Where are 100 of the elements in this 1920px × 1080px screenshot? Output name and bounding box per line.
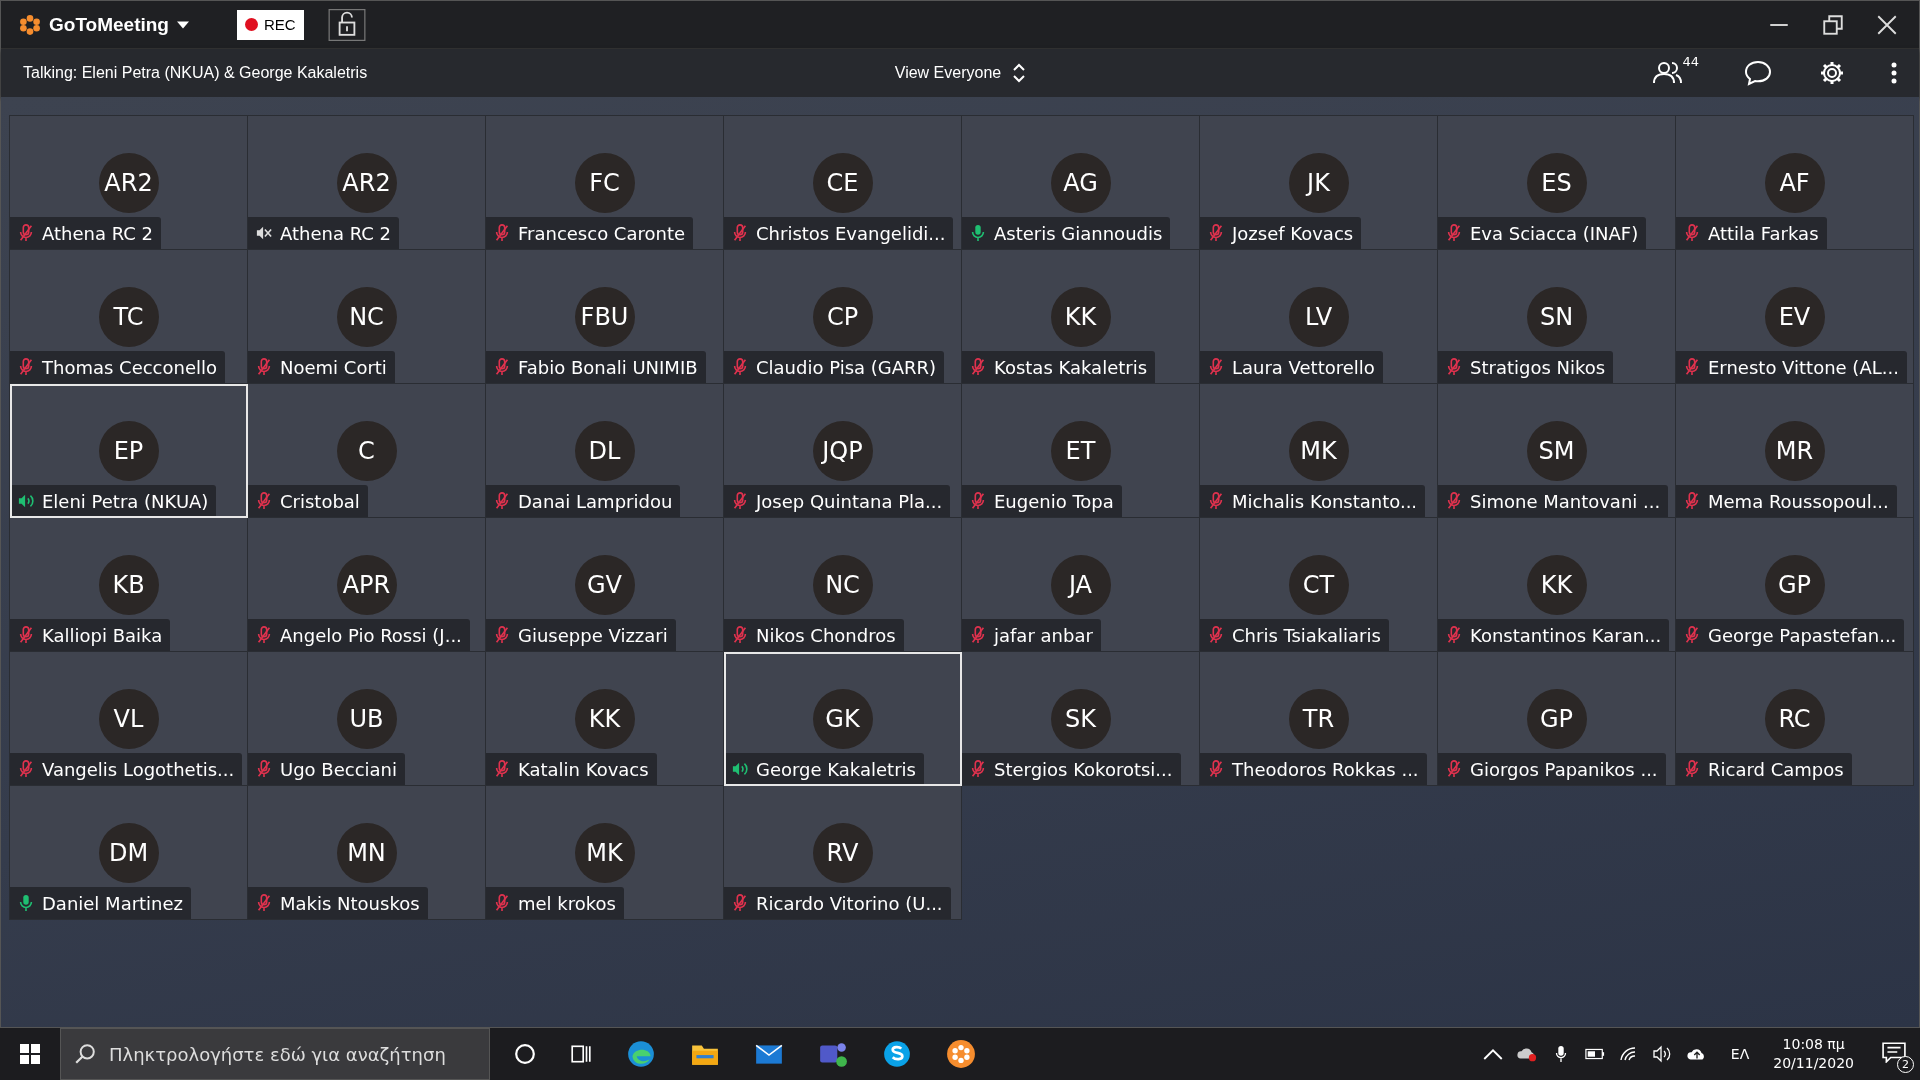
participants-icon[interactable] [1652, 60, 1683, 86]
participant-tile[interactable]: CP Claudio Pisa (GARR) [724, 250, 962, 384]
avatar: UB [336, 689, 397, 749]
participant-tile[interactable]: MK mel krokos [486, 786, 724, 920]
avatar: NC [812, 555, 873, 615]
participant-tile[interactable]: CT Chris Tsiakaliaris [1200, 518, 1438, 652]
participant-name: Josep Quintana Pla... [756, 490, 943, 512]
restore-icon[interactable] [1823, 14, 1843, 35]
participant-tile[interactable]: RV Ricardo Vitorino (U... [724, 786, 962, 920]
participant-tile[interactable]: NC Noemi Corti [248, 250, 486, 384]
participant-tile[interactable]: C Cristobal [248, 384, 486, 518]
lock-icon[interactable] [327, 8, 366, 41]
record-button[interactable]: REC [236, 9, 304, 40]
participant-tile[interactable]: AF Attila Farkas [1676, 116, 1914, 250]
participant-name: Cristobal [280, 490, 360, 512]
clock[interactable]: 10:08 πμ 20/11/2020 [1773, 1035, 1854, 1073]
participant-name: Eugenio Topa [994, 490, 1114, 512]
participant-tile[interactable]: JQP Josep Quintana Pla... [724, 384, 962, 518]
participant-tile[interactable]: DL Danai Lampridou [486, 384, 724, 518]
start-icon[interactable] [20, 1044, 40, 1064]
participant-name: George Papastefan... [1708, 624, 1897, 646]
participant-tile[interactable]: JA jafar anbar [962, 518, 1200, 652]
participant-name: jafar anbar [994, 624, 1093, 646]
clock-time: 10:08 πμ [1782, 1035, 1845, 1054]
volume-icon[interactable] [1652, 1045, 1673, 1063]
s-logo-icon[interactable] [882, 1039, 912, 1069]
participant-tile[interactable]: MN Makis Ntouskos [248, 786, 486, 920]
flower-app-icon[interactable] [946, 1039, 976, 1069]
participant-name: Makis Ntouskos [280, 892, 420, 914]
circle-icon[interactable] [514, 1043, 536, 1065]
app-name[interactable]: GoToMeeting [49, 13, 169, 36]
participant-tile[interactable]: GP George Papastefan... [1676, 518, 1914, 652]
logo-icon [19, 13, 41, 36]
participant-tile[interactable]: KB Kalliopi Baika [10, 518, 248, 652]
more-icon[interactable] [1891, 62, 1897, 84]
avatar: CT [1288, 555, 1349, 615]
search-field[interactable]: Πληκτρολογήστε εδώ για αναζήτηση [60, 1028, 490, 1080]
participant-tile[interactable]: FC Francesco Caronte [486, 116, 724, 250]
participant-name: Eleni Petra (NKUA) [42, 490, 209, 512]
participant-tile[interactable]: ES Eva Sciacca (INAF) [1438, 116, 1676, 250]
participant-tile[interactable]: LV Laura Vettorello [1200, 250, 1438, 384]
participant-tile[interactable]: NC Nikos Chondros [724, 518, 962, 652]
chat-icon[interactable] [1743, 60, 1773, 86]
participant-name: Chris Tsiakaliaris [1232, 624, 1381, 646]
participant-name: Asteris Giannoudis [994, 222, 1163, 244]
participant-tile[interactable]: CE Christos Evangelidi... [724, 116, 962, 250]
participant-tile[interactable]: MR Mema Roussopoul... [1676, 384, 1914, 518]
participant-tile[interactable]: EP Eleni Petra (NKUA) [10, 384, 248, 518]
language-indicator[interactable]: ΕΛ [1730, 1046, 1750, 1062]
view-selector[interactable]: View Everyone [888, 62, 1032, 84]
participant-tile[interactable]: DM Daniel Martinez [10, 786, 248, 920]
participant-tile[interactable]: AG Asteris Giannoudis [962, 116, 1200, 250]
participant-tile[interactable]: UB Ugo Becciani [248, 652, 486, 786]
cloud-error-icon[interactable] [1516, 1045, 1537, 1063]
avatar: AR2 [336, 153, 397, 213]
participant-tile[interactable]: EV Ernesto Vittone (AL... [1676, 250, 1914, 384]
avatar: EV [1764, 287, 1825, 347]
participant-tile[interactable]: SM Simone Mantovani ... [1438, 384, 1676, 518]
participant-tile[interactable]: RC Ricard Campos [1676, 652, 1914, 786]
participant-tile[interactable]: FBU Fabio Bonali UNIMIB [486, 250, 724, 384]
participant-tile[interactable]: TR Theodoros Rokkas ... [1200, 652, 1438, 786]
participant-name: Vangelis Logothetis... [42, 758, 235, 780]
participant-name: Mema Roussopoul... [1708, 490, 1889, 512]
participant-name: Thomas Cecconello [42, 356, 218, 378]
participant-tile[interactable]: APR Angelo Pio Rossi (J... [248, 518, 486, 652]
participant-name: Laura Vettorello [1232, 356, 1375, 378]
browser-icon[interactable] [626, 1039, 656, 1069]
participant-tile[interactable]: GP Giorgos Papanikos ... [1438, 652, 1676, 786]
avatar: AG [1050, 153, 1111, 213]
participant-tile[interactable]: MK Michalis Konstanto... [1200, 384, 1438, 518]
participant-name: Ugo Becciani [280, 758, 397, 780]
participant-tile[interactable]: KK Konstantinos Karan... [1438, 518, 1676, 652]
participant-name: Angelo Pio Rossi (J... [280, 624, 462, 646]
participant-tile[interactable]: SK Stergios Kokorotsi... [962, 652, 1200, 786]
participant-name: Stergios Kokorotsi... [994, 758, 1173, 780]
participant-name: Eva Sciacca (INAF) [1470, 222, 1639, 244]
participant-tile[interactable]: TC Thomas Cecconello [10, 250, 248, 384]
close-icon[interactable] [1877, 14, 1897, 35]
avatar: JQP [812, 421, 873, 481]
participant-tile[interactable]: KK Katalin Kovacs [486, 652, 724, 786]
avatar: RV [812, 823, 873, 883]
participant-tile[interactable]: VL Vangelis Logothetis... [10, 652, 248, 786]
caret-icon[interactable] [176, 20, 189, 29]
participant-tile[interactable]: AR2 Athena RC 2 [248, 116, 486, 250]
participant-tile[interactable]: GV Giuseppe Vizzari [486, 518, 724, 652]
participant-tile[interactable]: AR2 Athena RC 2 [10, 116, 248, 250]
participant-tile[interactable]: ET Eugenio Topa [962, 384, 1200, 518]
participant-tile[interactable]: SN Stratigos Nikos [1438, 250, 1676, 384]
participant-tile[interactable]: KK Kostas Kakaletris [962, 250, 1200, 384]
participant-name: Simone Mantovani ... [1470, 490, 1661, 512]
notification-badge: 2 [1897, 1056, 1914, 1073]
avatar: KK [574, 689, 635, 749]
participant-tile[interactable]: JK Jozsef Kovacs [1200, 116, 1438, 250]
task-view-icon[interactable] [570, 1043, 592, 1065]
participant-name: Giuseppe Vizzari [518, 624, 668, 646]
avatar: CP [812, 287, 873, 347]
avatar: SN [1526, 287, 1587, 347]
talking-label: Talking: Eleni Petra (NKUA) & George Kakaletris [23, 64, 369, 82]
participant-tile[interactable]: GK George Kakaletris [724, 652, 962, 786]
participant-name: Ricard Campos [1708, 758, 1844, 780]
